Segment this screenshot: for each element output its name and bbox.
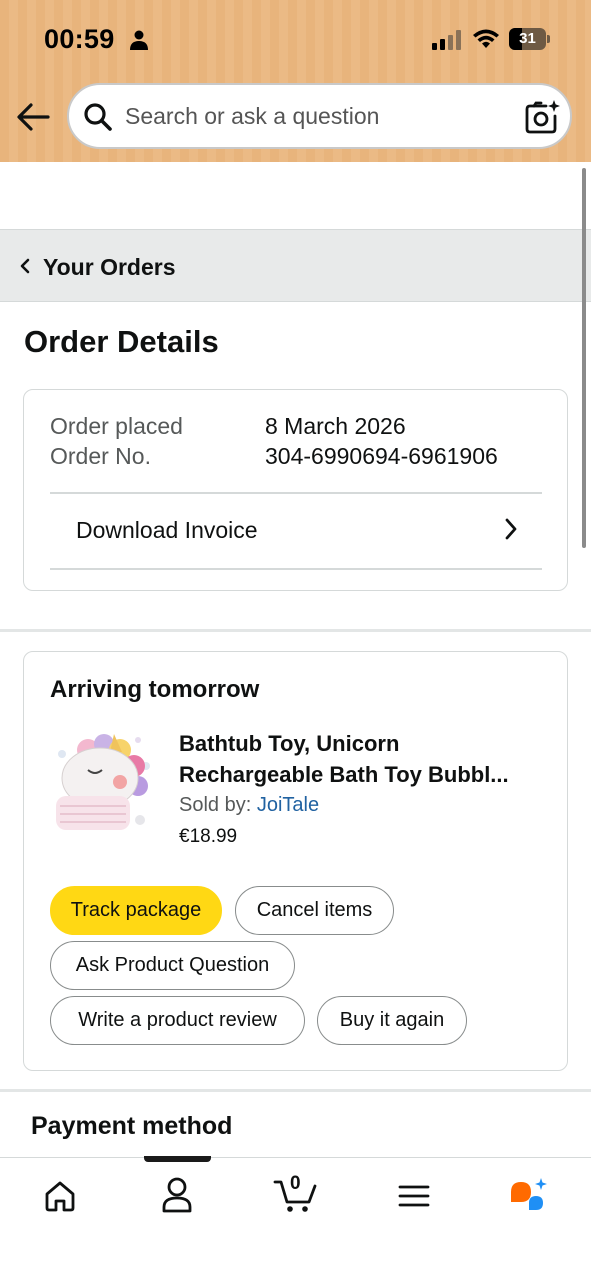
order-placed-value: 8 March 2026 — [265, 413, 406, 439]
download-invoice-row[interactable]: Download Invoice — [24, 493, 569, 565]
app-header: 00:59 31 — [0, 0, 591, 162]
product-title[interactable]: Bathtub Toy, Unicorn Rechargeable Bath T… — [179, 728, 551, 790]
product-price: €18.99 — [179, 826, 238, 847]
download-invoice-label: Download Invoice — [76, 517, 258, 543]
search-input[interactable] — [125, 95, 505, 137]
person-icon — [130, 30, 148, 50]
shipment-card: Arriving tomorrow Bathtub Toy, Unicorn R… — [23, 651, 568, 1071]
chevron-left-icon — [20, 258, 30, 274]
product-title-line2: Rechargeable Bath Toy Bubbl... — [179, 762, 509, 787]
scrollbar[interactable] — [582, 168, 586, 548]
battery-icon: 31 — [509, 28, 551, 50]
seller-link[interactable]: JoiTale — [257, 794, 319, 816]
bottom-navigation: 0 — [0, 1156, 591, 1280]
cart-button[interactable]: 0 — [272, 1173, 320, 1216]
status-bar: 00:59 31 — [0, 0, 591, 78]
order-placed-label: Order placed — [50, 413, 183, 439]
active-tab-indicator — [144, 1156, 211, 1162]
section-separator — [0, 1089, 591, 1092]
ask-product-question-button[interactable]: Ask Product Question — [50, 941, 295, 990]
cancel-items-button[interactable]: Cancel items — [235, 886, 394, 935]
cart-count: 0 — [290, 1173, 301, 1194]
sold-by: Sold by: JoiTale — [179, 794, 319, 817]
write-review-button[interactable]: Write a product review — [50, 996, 305, 1045]
delivery-status: Arriving tomorrow — [50, 676, 260, 703]
breadcrumb-your-orders[interactable]: Your Orders — [0, 229, 591, 302]
order-info-card: Order placed 8 March 2026 Order No. 304-… — [23, 389, 568, 591]
order-number-value: 304-6990694-6961906 — [265, 443, 498, 469]
search-icon — [84, 103, 112, 131]
product-title-line1: Bathtub Toy, Unicorn — [179, 731, 400, 756]
sold-by-label: Sold by: — [179, 794, 257, 816]
assistant-icon[interactable] — [506, 1174, 554, 1216]
chevron-right-icon — [505, 518, 517, 540]
status-time: 00:59 — [44, 24, 115, 54]
track-package-button[interactable]: Track package — [50, 886, 222, 935]
section-separator — [0, 629, 591, 632]
order-number-label: Order No. — [50, 443, 151, 469]
buy-again-button[interactable]: Buy it again — [317, 996, 467, 1045]
home-icon[interactable] — [36, 1174, 84, 1216]
menu-icon[interactable] — [390, 1174, 438, 1216]
payment-method-heading: Payment method — [31, 1112, 233, 1140]
battery-level: 31 — [519, 30, 536, 47]
account-icon[interactable] — [153, 1174, 201, 1216]
divider — [50, 568, 542, 570]
cellular-signal-icon — [432, 30, 461, 50]
product-image[interactable] — [50, 726, 154, 834]
breadcrumb-label: Your Orders — [43, 254, 176, 280]
camera-search-icon[interactable] — [524, 99, 560, 135]
back-arrow-icon[interactable] — [14, 98, 52, 136]
page-title: Order Details — [24, 324, 219, 359]
wifi-icon — [473, 29, 499, 48]
search-bar[interactable] — [67, 83, 572, 149]
